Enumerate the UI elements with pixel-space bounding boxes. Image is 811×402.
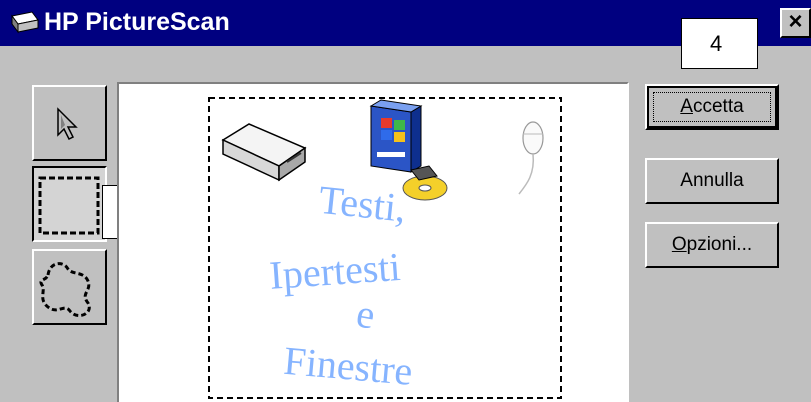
lasso-select-tool-button[interactable] — [32, 249, 107, 325]
wordart-line-4: Finestre — [282, 338, 414, 394]
cancel-button[interactable]: Annulla — [645, 158, 779, 204]
callout-number: 4 — [710, 31, 723, 56]
preview-panel: Testi, Ipertesti e Finestre — [117, 82, 629, 402]
options-label: pzioni... — [686, 234, 753, 255]
scanner-icon — [221, 123, 307, 182]
windows-box-icon — [369, 99, 423, 173]
mouse-icon — [518, 121, 544, 195]
wordart-line-1: Testi, — [317, 177, 408, 231]
wordart-line-2: Ipertesti — [268, 244, 402, 298]
dashed-rectangle-icon — [38, 176, 100, 235]
callout-4: 4 — [681, 18, 758, 69]
wordart-text: Testi, Ipertesti e Finestre — [268, 177, 414, 394]
pointer-tool-button[interactable] — [32, 85, 107, 161]
arrow-cursor-icon — [57, 107, 78, 141]
preview-image: Testi, Ipertesti e Finestre — [208, 97, 562, 399]
accept-label: ccetta — [692, 96, 744, 117]
close-button[interactable]: × — [780, 8, 811, 38]
cancel-label: Annulla — [680, 170, 744, 191]
options-button[interactable]: Opzioni... — [645, 222, 779, 268]
scanner-app-icon — [11, 11, 39, 34]
dashed-lasso-icon — [39, 262, 91, 317]
window-title: HP PictureScan — [44, 8, 230, 36]
accept-button[interactable]: Accetta — [645, 84, 779, 130]
accept-mnemonic: A — [680, 96, 693, 117]
close-icon: × — [788, 8, 803, 35]
rectangle-select-tool-button[interactable] — [32, 166, 107, 242]
options-mnemonic: O — [671, 234, 687, 255]
wordart-line-3: e — [353, 290, 378, 337]
